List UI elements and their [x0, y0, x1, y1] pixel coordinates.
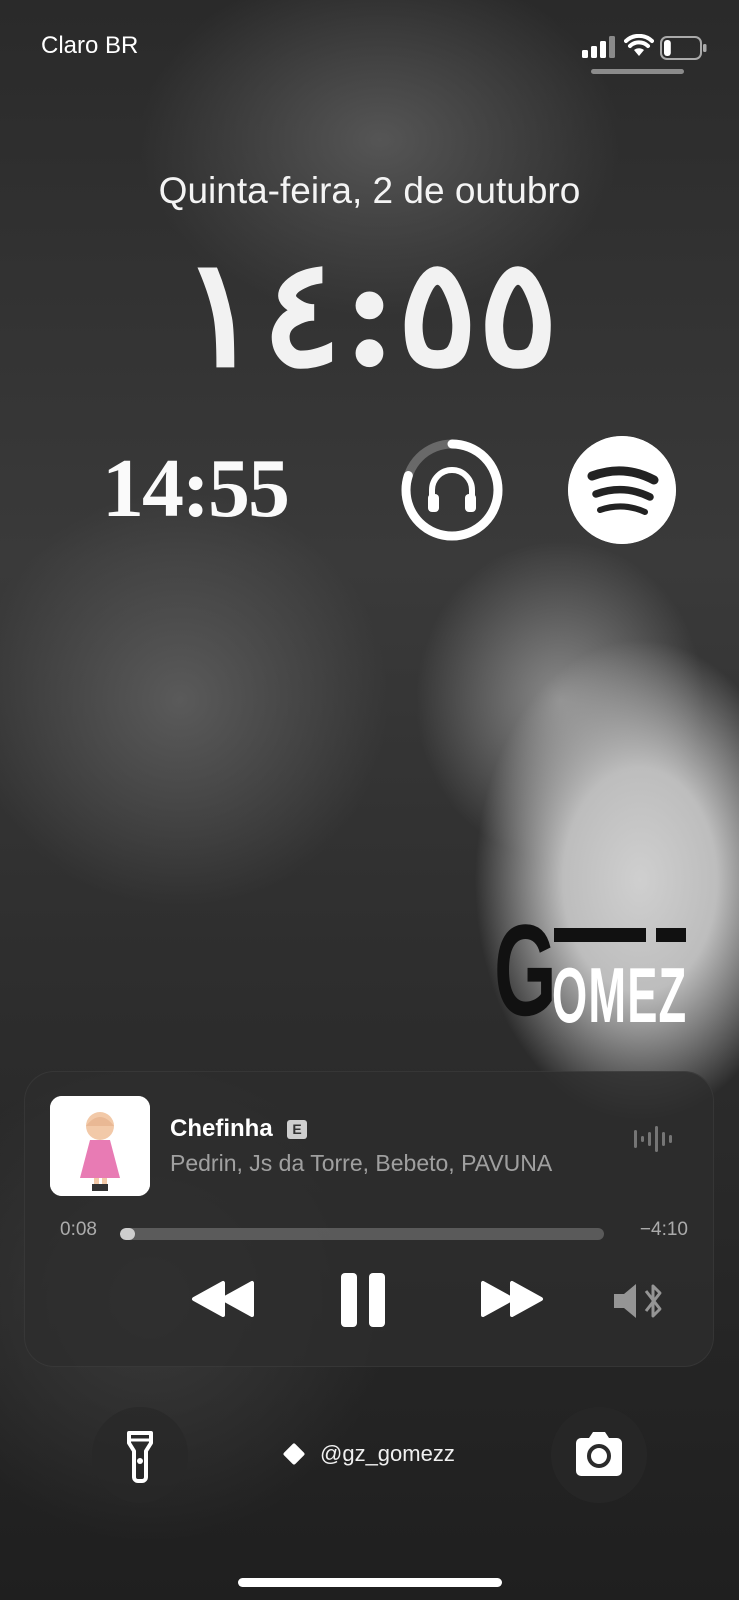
logo-letter: G: [494, 897, 557, 1043]
status-bar: Claro BR: [0, 30, 739, 74]
progress-fill: [120, 1228, 135, 1240]
flashlight-button[interactable]: [92, 1407, 188, 1503]
logo-bar: [656, 928, 686, 942]
remaining-time: −4:10: [639, 1219, 688, 1240]
logo-text: OMEZ: [552, 951, 688, 1039]
explicit-badge: E: [287, 1120, 307, 1139]
carrier-name: Claro BR: [41, 32, 139, 59]
audio-output-button[interactable]: [612, 1281, 666, 1324]
pause-icon: [341, 1273, 385, 1327]
next-track-button[interactable]: [479, 1279, 545, 1322]
home-indicator[interactable]: [238, 1578, 502, 1587]
speaker-bluetooth-icon: [614, 1284, 662, 1318]
cellular-signal-icon: [582, 36, 615, 58]
credit-handle: @gz_gomezz: [320, 1441, 455, 1466]
camera-icon: [576, 1432, 622, 1476]
fast-forward-icon: [481, 1281, 543, 1317]
previous-track-button[interactable]: [190, 1279, 256, 1322]
spotify-icon[interactable]: [568, 436, 676, 544]
waveform-icon: [634, 1126, 672, 1152]
flashlight-icon: [127, 1431, 153, 1483]
pause-button[interactable]: [339, 1271, 387, 1332]
logo-bar: [554, 928, 646, 942]
headphones-icon: [428, 467, 476, 512]
widget-row: 14:55: [0, 428, 739, 548]
clock-widget[interactable]: 14:55: [102, 440, 290, 537]
rewind-icon: [192, 1281, 254, 1317]
elapsed-time: 0:08: [60, 1219, 97, 1240]
status-bar-indicator: [591, 69, 684, 74]
headphones-battery-widget[interactable]: [398, 436, 506, 544]
song-title[interactable]: Chefinha: [170, 1115, 273, 1143]
now-playing-widget[interactable]: Chefinha E Pedrin, Js da Torre, Bebeto, …: [24, 1071, 714, 1367]
wifi-icon: [624, 34, 654, 56]
wallpaper-logo: G OMEZ: [494, 897, 694, 1043]
album-artwork[interactable]: [50, 1096, 150, 1196]
song-artists[interactable]: Pedrin, Js da Torre, Bebeto, PAVUNA: [170, 1150, 552, 1177]
progress-scrubber[interactable]: [120, 1228, 604, 1240]
lock-time: ١٤:٥٥: [180, 225, 559, 401]
album-art-image: [50, 1096, 150, 1196]
battery-icon: [660, 36, 707, 60]
camera-button[interactable]: [551, 1407, 647, 1503]
lock-date: Quinta-feira, 2 de outubro: [158, 170, 581, 211]
